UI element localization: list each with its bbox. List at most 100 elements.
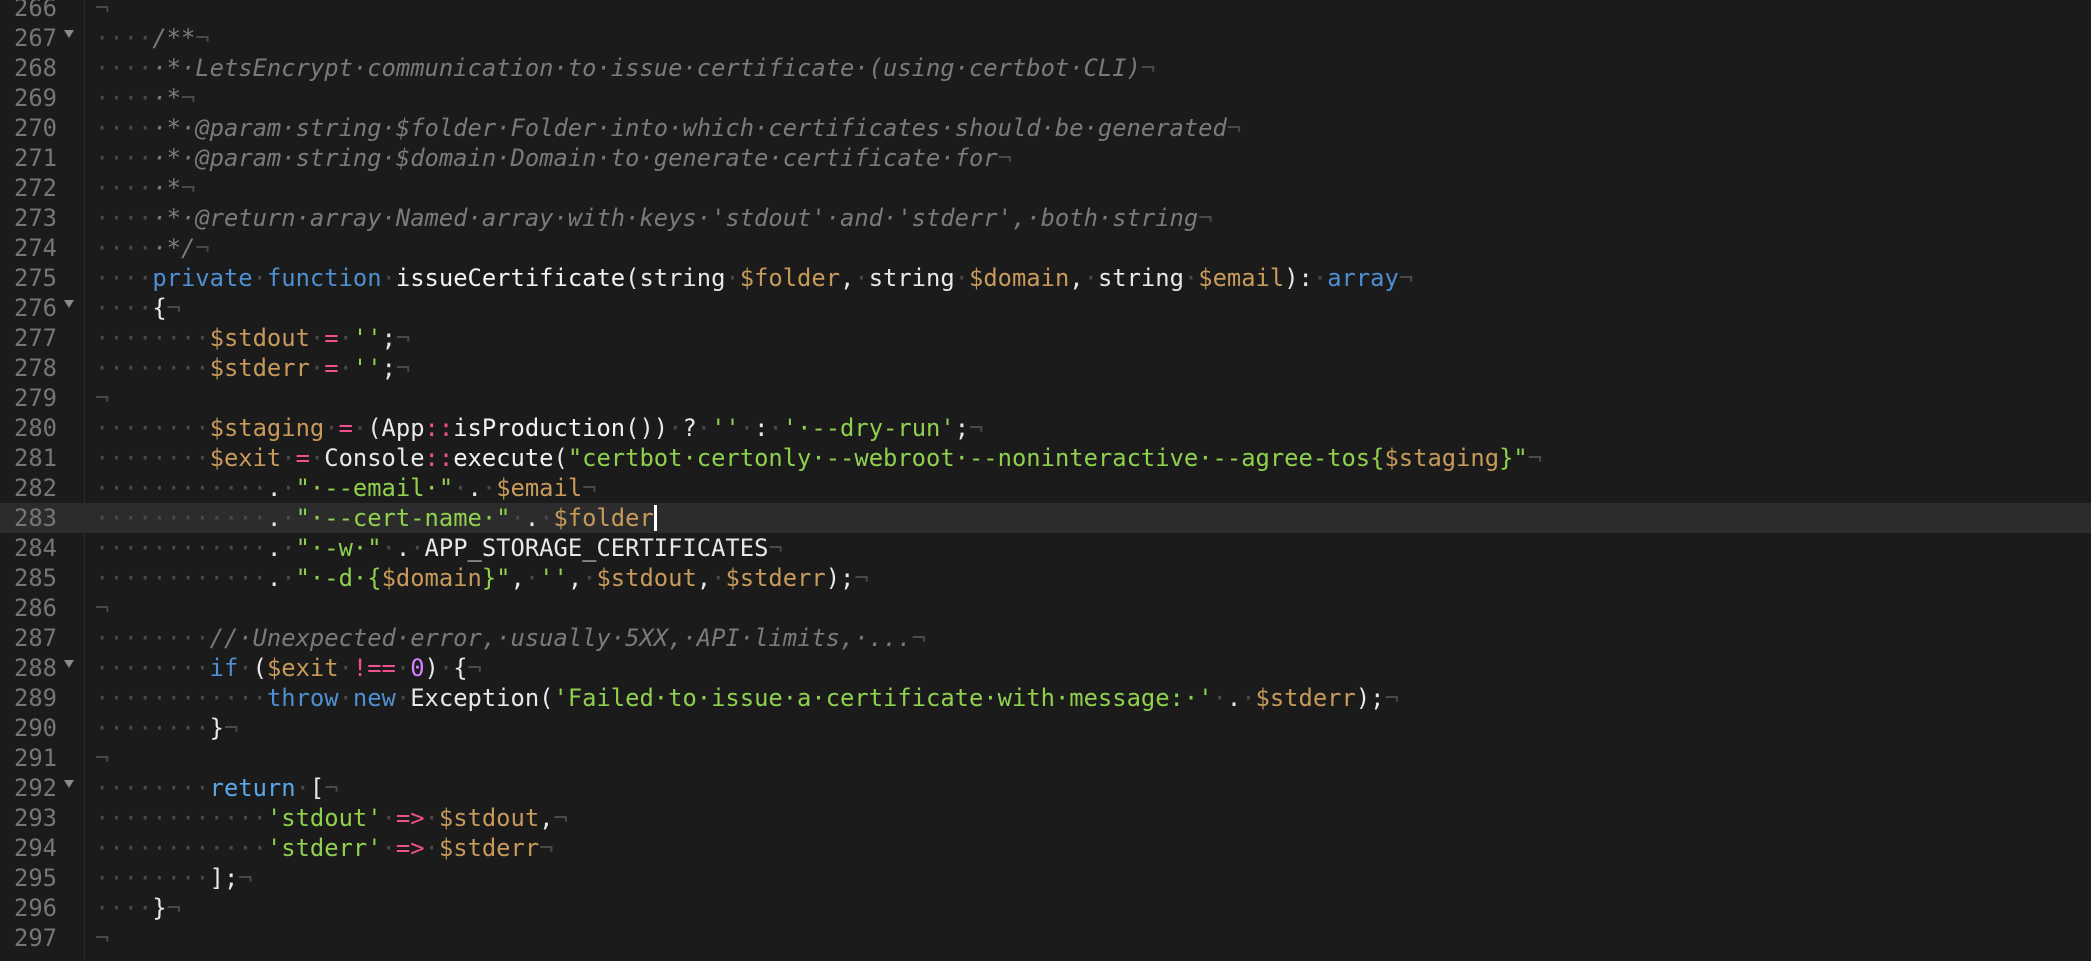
- code-token: Exception: [410, 684, 540, 712]
- code-token: ;: [381, 354, 396, 382]
- code-token: ········: [95, 624, 210, 652]
- code-token: '·--dry-run': [782, 414, 955, 442]
- code-line[interactable]: 270 ·····*·@param·string·$folder·Folder·i…: [0, 113, 2091, 143]
- code-token: "certbot·certonly·--webroot·--noninterac…: [567, 444, 1385, 472]
- code-line[interactable]: 267 ····/**¬: [0, 23, 2091, 53]
- code-token: $exit: [266, 654, 339, 682]
- code-line[interactable]: 297 ¬: [0, 923, 2091, 953]
- code-token: ····: [95, 24, 153, 52]
- code-line[interactable]: 285 ············.·"·-d·{$domain}",·'',·$s…: [0, 563, 2091, 593]
- code-line[interactable]: 266 ¬: [0, 0, 2091, 23]
- code-line[interactable]: 288 ········if·($exit·!==·0)·{¬: [0, 653, 2091, 683]
- code-token: ·: [281, 504, 296, 532]
- code-token: ·*·@param·string·$folder·Folder·into·whi…: [152, 114, 1227, 142]
- code-line[interactable]: 295 ········];¬: [0, 863, 2091, 893]
- code-token: $stderr: [438, 834, 540, 862]
- code-token: =: [338, 414, 353, 442]
- code-token: ¬: [467, 654, 482, 682]
- code-line[interactable]: 293 ············'stdout'·=>·$stdout,¬: [0, 803, 2091, 833]
- code-line[interactable]: 281 ········$exit·=·Console::execute("cer…: [0, 443, 2091, 473]
- code-token: ·: [309, 444, 325, 472]
- code-text: ········if·($exit·!==·0)·{¬: [95, 655, 482, 681]
- fold-arrow-icon[interactable]: [64, 780, 74, 788]
- code-line[interactable]: 284 ············.·"·-w·"·.·APP_STORAGE_CE…: [0, 533, 2091, 563]
- code-token: ·: [768, 414, 783, 442]
- code-token: ,: [510, 564, 525, 592]
- code-line[interactable]: 277 ········$stdout·=·'';¬: [0, 323, 2091, 353]
- code-line[interactable]: 280 ········$staging·=·(App::isProduction…: [0, 413, 2091, 443]
- code-line[interactable]: 282 ············.·"·--email·"·.·$email¬: [0, 473, 2091, 503]
- line-number: 286: [14, 594, 57, 622]
- code-token: ¬: [1198, 204, 1213, 232]
- code-token: =: [324, 354, 339, 382]
- code-line[interactable]: 278 ········$stderr·=·'';¬: [0, 353, 2091, 383]
- code-text: ¬: [95, 745, 109, 771]
- code-token: ;: [954, 414, 970, 442]
- code-editor[interactable]: 266 ¬ 267 ····/**¬ 268 ·····*·LetsEncrypt·com…: [0, 0, 2091, 961]
- code-line[interactable]: 290 ········}¬: [0, 713, 2091, 743]
- fold-arrow-icon[interactable]: [64, 660, 74, 668]
- line-number: 285: [14, 564, 57, 592]
- code-text: ····}¬: [95, 895, 181, 921]
- code-token: ·*·LetsEncrypt·communication·to·issue·ce…: [152, 54, 1141, 82]
- code-token: ·*: [152, 84, 181, 112]
- code-token: (string: [625, 264, 726, 292]
- code-line[interactable]: 279 ¬: [0, 383, 2091, 413]
- code-token: ,: [1069, 264, 1084, 292]
- code-token: ········: [95, 654, 210, 682]
- code-token: 0: [410, 654, 425, 682]
- code-line[interactable]: 274 ·····*/¬: [0, 233, 2091, 263]
- code-token: !==: [352, 654, 396, 682]
- code-line[interactable]: 272 ·····*¬: [0, 173, 2091, 203]
- code-token: .: [266, 534, 282, 562]
- code-line[interactable]: 269 ·····*¬: [0, 83, 2091, 113]
- code-token: ············: [95, 474, 267, 502]
- code-token: array: [1327, 264, 1399, 292]
- code-token: ·: [281, 564, 296, 592]
- code-text: ¬: [95, 595, 109, 621]
- code-line[interactable]: 287 ········//·Unexpected·error,·usually·…: [0, 623, 2091, 653]
- line-number: 280: [14, 414, 57, 442]
- code-line[interactable]: 268 ·····*·LetsEncrypt·communication·to·i…: [0, 53, 2091, 83]
- code-token: ·: [381, 804, 396, 832]
- code-line[interactable]: 289 ············throw·new·Exception('Fail…: [0, 683, 2091, 713]
- code-line[interactable]: 296 ····}¬: [0, 893, 2091, 923]
- code-token: $domain: [969, 264, 1070, 292]
- code-line[interactable]: 273 ·····*·@return·array·Named·array·with…: [0, 203, 2091, 233]
- code-token: {: [152, 294, 167, 322]
- code-token: $folder: [553, 504, 654, 532]
- code-token: ········: [95, 324, 210, 352]
- code-line[interactable]: 283 ············.·"·--cert-name·"·.·$fold…: [0, 503, 2091, 533]
- code-token: string: [868, 264, 955, 292]
- code-text: ·····*/¬: [95, 235, 210, 261]
- code-line[interactable]: 286 ¬: [0, 593, 2091, 623]
- code-text: ········return·[¬: [95, 775, 339, 801]
- fold-arrow-icon[interactable]: [64, 300, 74, 308]
- code-token: ····: [95, 204, 153, 232]
- code-text: ············'stderr'·=>·$stderr¬: [95, 835, 554, 861]
- code-token: $stdout: [209, 324, 310, 352]
- code-token: //·Unexpected·error,·usually·5XX,·API·li…: [209, 624, 912, 652]
- code-line[interactable]: 291 ¬: [0, 743, 2091, 773]
- fold-arrow-icon[interactable]: [64, 30, 74, 38]
- code-token: ·: [539, 504, 554, 532]
- code-token: ·*/: [152, 234, 196, 262]
- code-token: private: [152, 264, 253, 292]
- code-token: ?: [682, 414, 697, 442]
- code-line[interactable]: 276 ····{¬: [0, 293, 2091, 323]
- code-line[interactable]: 271 ·····*·@param·string·$domain·Domain·t…: [0, 143, 2091, 173]
- code-line[interactable]: 275 ····private·function·issueCertificate…: [0, 263, 2091, 293]
- code-text: ············'stdout'·=>·$stdout,¬: [95, 805, 568, 831]
- code-line[interactable]: 292 ········return·[¬: [0, 773, 2091, 803]
- code-token: ·: [395, 654, 411, 682]
- line-number: 294: [14, 834, 57, 862]
- code-token: ·: [582, 564, 597, 592]
- code-token: }: [209, 714, 224, 742]
- code-token: ·*·@param·string·$domain·Domain·to·gener…: [152, 144, 998, 172]
- code-token: $email: [1198, 264, 1285, 292]
- code-token: 'Failed·to·issue·a·certificate·with·mess…: [553, 684, 1213, 712]
- line-number: 291: [14, 744, 57, 772]
- code-token: ·: [438, 654, 454, 682]
- code-line[interactable]: 294 ············'stderr'·=>·$stderr¬: [0, 833, 2091, 863]
- code-token: ¬: [911, 624, 926, 652]
